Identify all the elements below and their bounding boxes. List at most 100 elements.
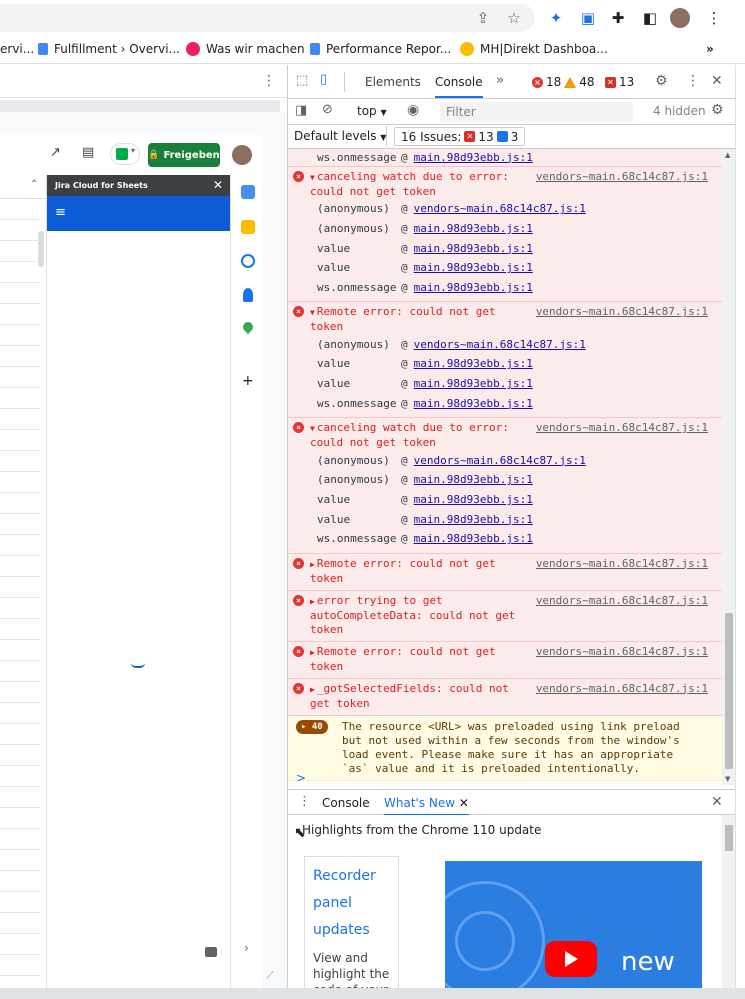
sheet-grid[interactable] <box>0 199 46 999</box>
tasks-icon[interactable] <box>241 254 255 268</box>
bookmark-item[interactable]: ervi... <box>0 42 34 56</box>
drawer-tab-whats-new[interactable]: What's New ✕ <box>384 796 469 816</box>
extension-calendar-icon[interactable]: ▣ <box>578 8 598 28</box>
user-avatar[interactable] <box>232 145 252 165</box>
source-link[interactable]: vendors~main.68c14c87.js:1 <box>536 645 708 658</box>
source-link[interactable]: vendors~main.68c14c87.js:1 <box>536 557 708 570</box>
console-error-message[interactable]: × ▶ Remote error: could not get token vendo… <box>288 553 722 591</box>
frame-link[interactable]: vendors~main.68c14c87.js:1 <box>414 202 586 215</box>
calendar-icon[interactable] <box>241 185 255 199</box>
frame-link[interactable]: main.98d93ebb.js:1 <box>414 222 533 235</box>
tab-elements[interactable]: Elements <box>365 75 421 89</box>
frame-link[interactable]: main.98d93ebb.js:1 <box>414 151 533 164</box>
settings-gear-icon[interactable]: ⚙ <box>655 73 668 89</box>
meet-button[interactable]: ▾ <box>110 143 140 165</box>
add-addon-icon[interactable]: + <box>242 373 254 389</box>
inspect-element-icon[interactable]: ⬚ <box>296 73 308 88</box>
console-error-message[interactable]: × ▶ Remote error: could not get token vendo… <box>288 641 722 679</box>
tab-console[interactable]: Console <box>435 75 483 98</box>
source-link[interactable]: vendors~main.68c14c87.js:1 <box>536 682 708 695</box>
extensions-puzzle-icon[interactable]: ✚ <box>608 8 628 28</box>
scroll-up-arrow-icon[interactable]: ▲ <box>725 151 730 159</box>
frame-link[interactable]: main.98d93ebb.js:1 <box>414 513 533 526</box>
bookmark-star-icon[interactable]: ☆ <box>504 8 524 28</box>
frame-link[interactable]: main.98d93ebb.js:1 <box>414 473 533 486</box>
frame-link[interactable]: main.98d93ebb.js:1 <box>414 281 533 294</box>
hamburger-menu-icon[interactable]: ≡ <box>55 205 66 220</box>
resize-handle-icon[interactable]: ⟋ <box>266 969 274 983</box>
more-tabs-icon[interactable]: » <box>496 73 504 88</box>
collapsed-arrow-icon[interactable]: ▶ <box>310 648 315 657</box>
frame-link[interactable]: main.98d93ebb.js:1 <box>414 242 533 255</box>
play-button-icon[interactable] <box>545 941 597 977</box>
default-levels-dropdown[interactable]: Default levels ▼ <box>294 129 386 143</box>
console-error-message[interactable]: × ▼ canceling watch due to error: could no… <box>288 167 722 303</box>
context-selector[interactable]: top ▼ <box>357 104 387 118</box>
bookmark-item[interactable]: MH|Direkt Dashboa... <box>460 42 608 56</box>
expanded-arrow-icon[interactable]: ▼ <box>310 424 315 433</box>
sidebar-toggle-icon[interactable]: ◨ <box>295 103 307 118</box>
address-bar[interactable] <box>0 4 535 32</box>
trend-icon[interactable]: ↗ <box>50 145 61 160</box>
frame-link[interactable]: main.98d93ebb.js:1 <box>414 493 533 506</box>
frame-link[interactable]: main.98d93ebb.js:1 <box>414 357 533 370</box>
filter-input[interactable]: Filter <box>440 102 633 122</box>
frame-link[interactable]: vendors~main.68c14c87.js:1 <box>414 338 586 351</box>
console-error-message[interactable]: × ▼ Remote error: could not get token vendo… <box>288 302 722 419</box>
close-icon[interactable]: ✕ <box>213 178 223 192</box>
explore-icon[interactable] <box>205 947 217 957</box>
console-settings-icon[interactable]: ⚙ <box>711 102 724 118</box>
contacts-icon[interactable] <box>243 288 253 302</box>
more-icon[interactable]: ⋮ <box>262 73 276 89</box>
source-link[interactable]: vendors~main.68c14c87.js:1 <box>536 305 708 318</box>
feature-card[interactable]: Recorder panel updates View and highligh… <box>304 856 399 999</box>
keep-icon[interactable] <box>241 220 255 234</box>
comment-icon[interactable]: ▤ <box>82 145 94 160</box>
console-prompt[interactable]: > <box>296 771 306 785</box>
close-tab-icon[interactable]: ✕ <box>459 796 469 810</box>
error-warning-counter[interactable]: × 18 48 <box>532 75 595 89</box>
console-error-message[interactable]: × ▼ canceling watch due to error: could no… <box>288 418 722 554</box>
bookmarks-overflow-button[interactable]: » <box>706 42 714 56</box>
drawer-menu-icon[interactable]: ⋮ <box>298 794 311 809</box>
source-link[interactable]: vendors~main.68c14c87.js:1 <box>536 421 708 434</box>
customize-menu-icon[interactable]: ⋮ <box>686 73 700 89</box>
frame-link[interactable]: main.98d93ebb.js:1 <box>414 397 533 410</box>
issues-counter[interactable]: ✕ 13 <box>605 75 634 89</box>
close-devtools-icon[interactable]: ✕ <box>711 73 723 89</box>
drawer-tab-console[interactable]: Console <box>322 796 370 810</box>
maps-icon[interactable] <box>240 319 256 335</box>
console-scrollbar[interactable]: ▲ ▼ <box>722 149 736 785</box>
device-toolbar-icon[interactable]: ▯ <box>320 72 327 87</box>
scroll-down-arrow-icon[interactable]: ▼ <box>725 775 730 783</box>
profile-avatar[interactable] <box>670 8 690 28</box>
share-button[interactable]: 🔒 Freigeben <box>148 143 220 167</box>
live-expression-eye-icon[interactable]: ◉ <box>407 102 419 118</box>
source-link[interactable]: vendors~main.68c14c87.js:1 <box>536 594 708 607</box>
expanded-arrow-icon[interactable]: ▼ <box>310 308 315 317</box>
collapsed-arrow-icon[interactable]: ▶ <box>310 560 315 569</box>
browser-menu-icon[interactable]: ⋮ <box>704 8 724 28</box>
console-error-message[interactable]: × ▶ _gotSelectedFields: could not get toke… <box>288 678 722 716</box>
collapsed-arrow-icon[interactable]: ▶ <box>310 685 315 694</box>
bookmark-item[interactable]: Fulfillment › Overvi... <box>38 42 180 56</box>
share-icon[interactable]: ⇪ <box>473 8 493 28</box>
bookmark-item[interactable]: Was wir machen <box>186 42 305 56</box>
whats-new-scrollbar[interactable] <box>722 815 736 999</box>
frame-link[interactable]: main.98d93ebb.js:1 <box>414 261 533 274</box>
expanded-arrow-icon[interactable]: ▼ <box>310 173 315 182</box>
source-link[interactable]: vendors~main.68c14c87.js:1 <box>536 170 708 183</box>
console-error-message[interactable]: × ▶ error trying to get autoCompleteData: … <box>288 590 722 642</box>
extension-translate-icon[interactable]: ✦ <box>546 8 566 28</box>
frame-link[interactable]: main.98d93ebb.js:1 <box>414 377 533 390</box>
collapsed-arrow-icon[interactable]: ▶ <box>310 597 315 606</box>
close-drawer-icon[interactable]: ✕ <box>711 794 723 810</box>
bookmark-item[interactable]: Performance Repor... <box>310 42 451 56</box>
expand-chevron-icon[interactable]: › <box>244 941 249 955</box>
side-panel-icon[interactable]: ◧ <box>640 8 660 28</box>
video-thumbnail[interactable]: new <box>445 861 702 999</box>
clear-console-icon[interactable]: ⊘ <box>322 102 333 117</box>
scroll-thumb[interactable] <box>725 613 733 769</box>
frame-link[interactable]: main.98d93ebb.js:1 <box>414 532 533 545</box>
issues-button[interactable]: 16 Issues: ✕ 13 3 <box>394 127 526 146</box>
